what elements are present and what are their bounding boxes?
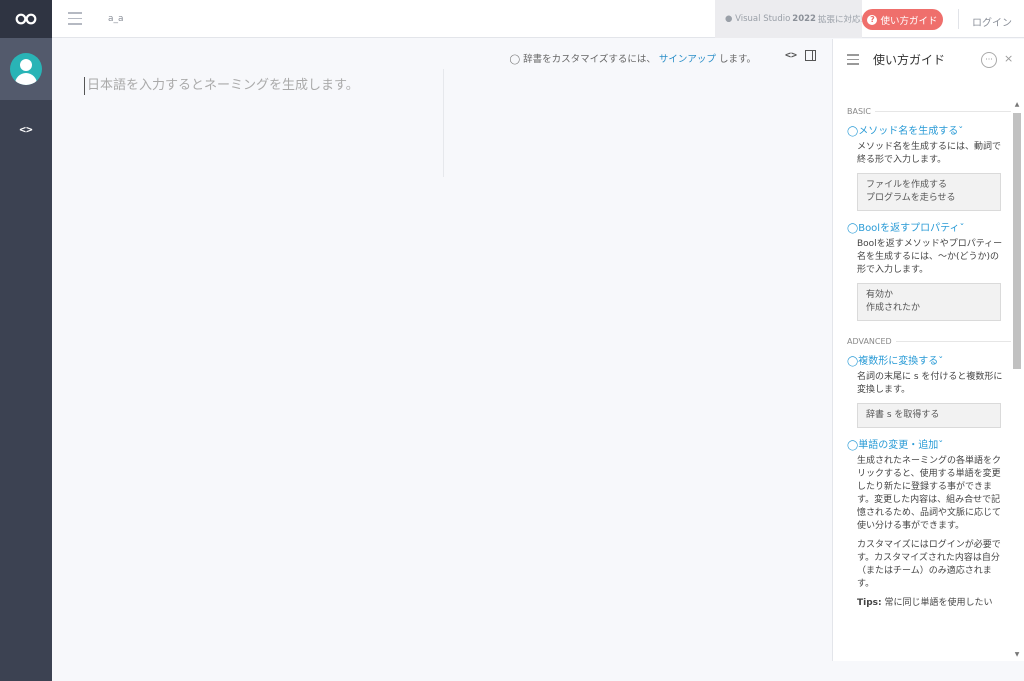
avatar-slot[interactable] — [0, 38, 52, 100]
section-basic: BASIC — [847, 107, 1011, 116]
hint-suffix: します。 — [718, 54, 756, 65]
chevron-down-icon: ˇ — [938, 440, 944, 451]
scroll-thumb[interactable] — [1013, 113, 1021, 369]
main-editor: ◯ 辞書をカスタマイズするには、 サインアップ します。 <> 日本語を入力する… — [52, 39, 832, 681]
avatar-body — [15, 73, 37, 85]
top-bar: a_a ● Visual Studio 2022 拡張に対応! ? 使い方ガイド… — [52, 0, 1024, 38]
map-pin-icon: ● — [725, 14, 736, 24]
customize-hint: ◯ 辞書をカスタマイズするには、 サインアップ します。 — [509, 51, 756, 65]
word-desc-2: カスタマイズにはログインが必要です。カスタマイズされた内容は自分（またはチーム）… — [857, 540, 1001, 589]
method-example-1: ファイルを作成する — [866, 180, 948, 190]
avatar[interactable] — [10, 53, 42, 85]
bool-example-2: 作成されたか — [866, 303, 921, 313]
panel-scrollbar[interactable]: ▲ ▼ — [1013, 101, 1021, 658]
section-advanced: ADVANCED — [847, 337, 1011, 346]
user-id: a_a — [108, 14, 124, 24]
word-tips: Tips: 常に同じ単語を使用したい — [857, 597, 1005, 610]
view-toggles: <> — [785, 50, 817, 61]
bool-example[interactable]: 有効か 作成されたか — [857, 283, 1001, 321]
word-edit-toggle[interactable]: ◯単語の変更・追加ˇ — [847, 436, 1011, 451]
hint-prefix: 辞書をカスタマイズするには、 — [523, 54, 656, 65]
method-name-toggle[interactable]: ◯メソッド名を生成するˇ — [847, 122, 1011, 137]
chevron-down-icon: ˇ — [959, 223, 965, 234]
more-options-icon[interactable]: ··· — [981, 52, 997, 68]
lightbulb-icon: ◯ — [847, 223, 859, 234]
plural-toggle[interactable]: ◯複数形に変換するˇ — [847, 352, 1011, 367]
tips-text: 常に同じ単語を使用したい — [884, 598, 993, 608]
panel-title: 使い方ガイド — [873, 53, 946, 67]
panel-header: 使い方ガイド ··· × — [833, 39, 1024, 79]
japanese-input[interactable]: 日本語を入力するとネーミングを生成します。 — [84, 77, 384, 95]
lightbulb-icon: ◯ — [847, 126, 859, 137]
usage-guide-label: 使い方ガイド — [880, 15, 938, 27]
signup-link[interactable]: サインアップ — [659, 54, 716, 65]
plural-example-1: 辞書 s を取得する — [866, 410, 940, 420]
left-rail: <> — [0, 0, 52, 681]
lightbulb-icon: ◯ — [509, 54, 521, 65]
method-desc: メソッド名を生成するには、動詞で終る形で入力します。 — [857, 142, 1002, 165]
scroll-down-icon[interactable]: ▼ — [1013, 651, 1021, 659]
usage-guide-button[interactable]: ? 使い方ガイド — [862, 9, 943, 30]
usage-guide-panel: 使い方ガイド ··· × BASIC ◯メソッド名を生成するˇ メソッド名を生成… — [832, 39, 1024, 661]
chevron-down-icon: ˇ — [938, 356, 944, 367]
tips-label: Tips: — [857, 598, 882, 608]
lightbulb-icon: ◯ — [847, 356, 859, 367]
vs-extension-banner[interactable]: ● Visual Studio 2022 拡張に対応! — [715, 0, 862, 38]
plural-title: 複数形に変換する — [858, 356, 939, 367]
bool-property-toggle[interactable]: ◯Boolを返すプロパティˇ — [847, 219, 1011, 234]
close-icon[interactable]: × — [1004, 52, 1013, 65]
panel-menu-icon[interactable] — [847, 54, 859, 68]
scroll-up-icon[interactable]: ▲ — [1013, 101, 1021, 109]
bool-desc: Boolを返すメソッドやプロパティー名を生成するには、〜か(どうか)の形で入力し… — [857, 239, 1003, 275]
divider — [958, 9, 959, 29]
code-toggle-icon[interactable]: <> — [785, 50, 797, 61]
vs-version: 2022 — [792, 14, 816, 24]
method-example-2: プログラムを走らせる — [866, 193, 956, 203]
method-title: メソッド名を生成する — [858, 126, 959, 137]
vs-suffix: 拡張に対応! — [817, 15, 862, 25]
bool-example-1: 有効か — [866, 290, 894, 300]
login-link[interactable]: ログイン — [972, 14, 1012, 29]
lightbulb-icon: ◯ — [847, 440, 859, 451]
plural-desc: 名詞の末尾に s を付けると複数形に変換します。 — [857, 372, 1003, 395]
vs-prefix: Visual Studio — [735, 14, 791, 24]
method-example[interactable]: ファイルを作成する プログラムを走らせる — [857, 173, 1001, 211]
help-icon: ? — [867, 14, 878, 25]
app-logo[interactable] — [0, 0, 52, 38]
avatar-head — [20, 59, 32, 71]
plural-example[interactable]: 辞書 s を取得する — [857, 403, 1001, 428]
column-divider — [443, 69, 444, 177]
code-view-icon[interactable]: <> — [0, 117, 52, 141]
menu-icon[interactable] — [68, 12, 82, 26]
word-title: 単語の変更・追加 — [858, 440, 939, 451]
side-panel-toggle-icon[interactable] — [805, 50, 817, 61]
infinity-logo-icon — [15, 13, 37, 25]
chevron-down-icon: ˇ — [958, 126, 964, 137]
panel-body: BASIC ◯メソッド名を生成するˇ メソッド名を生成するには、動詞で終る形で入… — [833, 101, 1011, 661]
bool-title: Boolを返すプロパティ — [858, 223, 960, 234]
word-desc-1: 生成されたネーミングの各単語をクリックすると、使用する単語を変更したり新たに登録… — [857, 456, 1002, 531]
